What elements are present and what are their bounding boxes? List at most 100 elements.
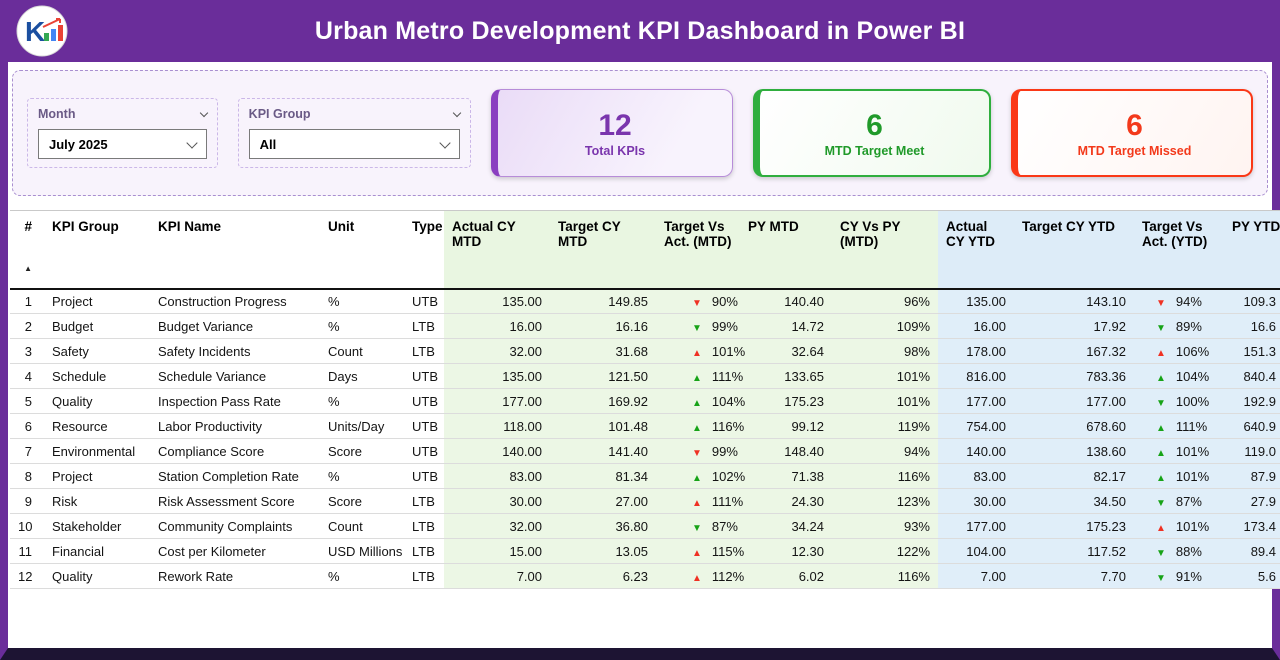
target-vs-actual-ytd-cell[interactable]: ▲104% bbox=[1134, 364, 1224, 389]
actual-cy-mtd-cell[interactable]: 30.00 bbox=[444, 489, 550, 514]
target-cy-ytd-cell[interactable]: 167.32 bbox=[1014, 339, 1134, 364]
target-cy-ytd-cell[interactable]: 34.50 bbox=[1014, 489, 1134, 514]
cy-vs-py-mtd-cell[interactable]: 101% bbox=[832, 389, 938, 414]
unit-cell[interactable]: Units/Day bbox=[320, 414, 404, 439]
kpi-name-cell[interactable]: Station Completion Rate bbox=[150, 464, 320, 489]
target-vs-actual-mtd-cell[interactable]: ▼99% bbox=[656, 439, 740, 464]
row-number-cell[interactable]: 5 bbox=[10, 389, 44, 414]
actual-cy-ytd-cell[interactable]: 16.00 bbox=[938, 314, 1014, 339]
py-mtd-cell[interactable]: 99.12 bbox=[740, 414, 832, 439]
target-cy-mtd-cell[interactable]: 101.48 bbox=[550, 414, 656, 439]
target-cy-mtd-cell[interactable]: 149.85 bbox=[550, 289, 656, 314]
target-vs-actual-ytd-cell[interactable]: ▼91% bbox=[1134, 564, 1224, 589]
row-number-cell[interactable]: 3 bbox=[10, 339, 44, 364]
py-ytd-cell[interactable]: 87.9 bbox=[1224, 464, 1280, 489]
py-mtd-cell[interactable]: 71.38 bbox=[740, 464, 832, 489]
target-vs-actual-mtd-cell[interactable]: ▲104% bbox=[656, 389, 740, 414]
kpi-group-cell[interactable]: Financial bbox=[44, 539, 150, 564]
col-header-target-cy-ytd[interactable]: Target CY YTD bbox=[1014, 211, 1134, 289]
row-number-cell[interactable]: 1 bbox=[10, 289, 44, 314]
col-header-target-vs-act-ytd[interactable]: Target Vs Act. (YTD) bbox=[1134, 211, 1224, 289]
py-ytd-cell[interactable]: 640.9 bbox=[1224, 414, 1280, 439]
actual-cy-mtd-cell[interactable]: 32.00 bbox=[444, 339, 550, 364]
type-cell[interactable]: LTB bbox=[404, 489, 444, 514]
actual-cy-ytd-cell[interactable]: 177.00 bbox=[938, 514, 1014, 539]
target-vs-actual-mtd-cell[interactable]: ▲111% bbox=[656, 489, 740, 514]
target-cy-ytd-cell[interactable]: 7.70 bbox=[1014, 564, 1134, 589]
py-ytd-cell[interactable]: 5.6 bbox=[1224, 564, 1280, 589]
unit-cell[interactable]: Days bbox=[320, 364, 404, 389]
actual-cy-mtd-cell[interactable]: 135.00 bbox=[444, 289, 550, 314]
cy-vs-py-mtd-cell[interactable]: 101% bbox=[832, 364, 938, 389]
target-vs-actual-ytd-cell[interactable]: ▲111% bbox=[1134, 414, 1224, 439]
table-row[interactable]: 12QualityRework Rate%LTB7.006.23▲112%6.0… bbox=[10, 564, 1280, 589]
col-header-py-mtd[interactable]: PY MTD bbox=[740, 211, 832, 289]
unit-cell[interactable]: % bbox=[320, 314, 404, 339]
cy-vs-py-mtd-cell[interactable]: 98% bbox=[832, 339, 938, 364]
py-mtd-cell[interactable]: 148.40 bbox=[740, 439, 832, 464]
target-vs-actual-mtd-cell[interactable]: ▲116% bbox=[656, 414, 740, 439]
target-cy-mtd-cell[interactable]: 81.34 bbox=[550, 464, 656, 489]
kpi-name-cell[interactable]: Compliance Score bbox=[150, 439, 320, 464]
col-header-target-cy-mtd[interactable]: Target CY MTD bbox=[550, 211, 656, 289]
unit-cell[interactable]: Count bbox=[320, 339, 404, 364]
target-cy-mtd-cell[interactable]: 13.05 bbox=[550, 539, 656, 564]
col-header-cy-vs-py-mtd[interactable]: CY Vs PY (MTD) bbox=[832, 211, 938, 289]
table-row[interactable]: 9RiskRisk Assessment ScoreScoreLTB30.002… bbox=[10, 489, 1280, 514]
kpi-name-cell[interactable]: Inspection Pass Rate bbox=[150, 389, 320, 414]
actual-cy-ytd-cell[interactable]: 83.00 bbox=[938, 464, 1014, 489]
type-cell[interactable]: UTB bbox=[404, 389, 444, 414]
col-header-type[interactable]: Type bbox=[404, 211, 444, 289]
actual-cy-ytd-cell[interactable]: 177.00 bbox=[938, 389, 1014, 414]
col-header-py-ytd[interactable]: PY YTD bbox=[1224, 211, 1280, 289]
py-mtd-cell[interactable]: 175.23 bbox=[740, 389, 832, 414]
target-vs-actual-mtd-cell[interactable]: ▲115% bbox=[656, 539, 740, 564]
col-header-actual-cy-mtd[interactable]: Actual CY MTD bbox=[444, 211, 550, 289]
py-ytd-cell[interactable]: 173.4 bbox=[1224, 514, 1280, 539]
target-vs-actual-mtd-cell[interactable]: ▼87% bbox=[656, 514, 740, 539]
target-vs-actual-mtd-cell[interactable]: ▲101% bbox=[656, 339, 740, 364]
cy-vs-py-mtd-cell[interactable]: 109% bbox=[832, 314, 938, 339]
actual-cy-mtd-cell[interactable]: 15.00 bbox=[444, 539, 550, 564]
table-row[interactable]: 4ScheduleSchedule VarianceDaysUTB135.001… bbox=[10, 364, 1280, 389]
cy-vs-py-mtd-cell[interactable]: 116% bbox=[832, 564, 938, 589]
type-cell[interactable]: UTB bbox=[404, 364, 444, 389]
table-row[interactable]: 6ResourceLabor ProductivityUnits/DayUTB1… bbox=[10, 414, 1280, 439]
row-number-cell[interactable]: 11 bbox=[10, 539, 44, 564]
target-cy-ytd-cell[interactable]: 177.00 bbox=[1014, 389, 1134, 414]
py-mtd-cell[interactable]: 34.24 bbox=[740, 514, 832, 539]
col-header-number[interactable]: # ▲ bbox=[10, 211, 44, 289]
type-cell[interactable]: UTB bbox=[404, 439, 444, 464]
target-vs-actual-ytd-cell[interactable]: ▲101% bbox=[1134, 439, 1224, 464]
kpi-name-cell[interactable]: Rework Rate bbox=[150, 564, 320, 589]
actual-cy-ytd-cell[interactable]: 754.00 bbox=[938, 414, 1014, 439]
chevron-down-icon[interactable] bbox=[199, 108, 207, 116]
py-ytd-cell[interactable]: 109.3 bbox=[1224, 289, 1280, 314]
table-row[interactable]: 3SafetySafety IncidentsCountLTB32.0031.6… bbox=[10, 339, 1280, 364]
target-cy-ytd-cell[interactable]: 678.60 bbox=[1014, 414, 1134, 439]
target-cy-ytd-cell[interactable]: 143.10 bbox=[1014, 289, 1134, 314]
row-number-cell[interactable]: 12 bbox=[10, 564, 44, 589]
py-mtd-cell[interactable]: 6.02 bbox=[740, 564, 832, 589]
actual-cy-mtd-cell[interactable]: 177.00 bbox=[444, 389, 550, 414]
col-header-target-vs-act-mtd[interactable]: Target Vs Act. (MTD) bbox=[656, 211, 740, 289]
py-ytd-cell[interactable]: 119.0 bbox=[1224, 439, 1280, 464]
target-cy-mtd-cell[interactable]: 169.92 bbox=[550, 389, 656, 414]
target-cy-ytd-cell[interactable]: 82.17 bbox=[1014, 464, 1134, 489]
table-row[interactable]: 1ProjectConstruction Progress%UTB135.001… bbox=[10, 289, 1280, 314]
unit-cell[interactable]: Score bbox=[320, 489, 404, 514]
actual-cy-ytd-cell[interactable]: 104.00 bbox=[938, 539, 1014, 564]
type-cell[interactable]: LTB bbox=[404, 539, 444, 564]
table-row[interactable]: 10StakeholderCommunity ComplaintsCountLT… bbox=[10, 514, 1280, 539]
target-vs-actual-mtd-cell[interactable]: ▲111% bbox=[656, 364, 740, 389]
target-vs-actual-ytd-cell[interactable]: ▲106% bbox=[1134, 339, 1224, 364]
target-vs-actual-ytd-cell[interactable]: ▼87% bbox=[1134, 489, 1224, 514]
kpi-name-cell[interactable]: Labor Productivity bbox=[150, 414, 320, 439]
kpi-name-cell[interactable]: Community Complaints bbox=[150, 514, 320, 539]
target-vs-actual-mtd-cell[interactable]: ▲112% bbox=[656, 564, 740, 589]
actual-cy-mtd-cell[interactable]: 140.00 bbox=[444, 439, 550, 464]
target-vs-actual-ytd-cell[interactable]: ▼88% bbox=[1134, 539, 1224, 564]
actual-cy-mtd-cell[interactable]: 118.00 bbox=[444, 414, 550, 439]
target-vs-actual-mtd-cell[interactable]: ▼90% bbox=[656, 289, 740, 314]
kpi-group-cell[interactable]: Safety bbox=[44, 339, 150, 364]
